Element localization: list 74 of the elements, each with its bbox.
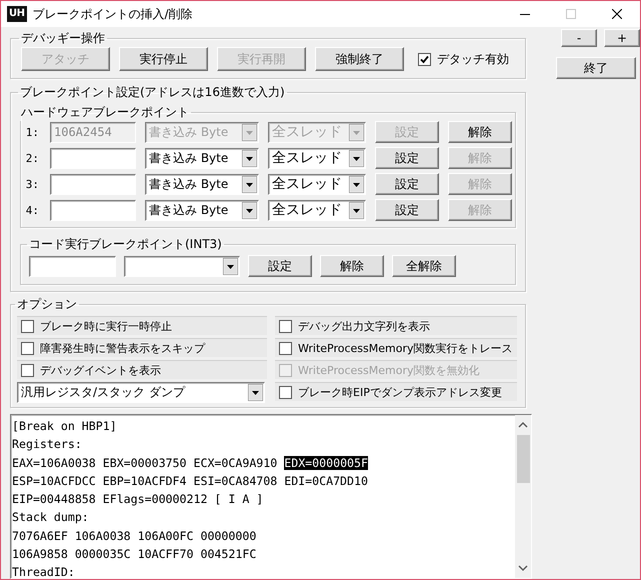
dropdown-arrow-icon xyxy=(242,176,257,192)
log-text: 106A9858 0000035C 10ACFF70 004521FC xyxy=(12,547,256,562)
scrollbar[interactable] xyxy=(515,415,531,578)
log-text: Stack dump: xyxy=(12,510,89,524)
breakpoint-dropdown[interactable] xyxy=(124,256,240,276)
checkbox-label: デバッグ出力文字列を表示 xyxy=(298,318,430,334)
group-title: ハードウェアブレークポイント xyxy=(20,104,190,121)
dropdown-arrow-icon xyxy=(242,150,257,166)
set-button[interactable]: 設定 xyxy=(375,147,439,169)
access-dropdown[interactable]: 書き込み Byte xyxy=(145,200,259,220)
dropdown-arrow-icon xyxy=(242,202,257,218)
checkbox[interactable] xyxy=(21,364,34,376)
checkbox[interactable] xyxy=(21,320,34,332)
scroll-down-icon[interactable] xyxy=(518,564,528,572)
access-dropdown[interactable]: 書き込み Byte xyxy=(145,148,259,168)
checkbox[interactable] xyxy=(279,386,292,398)
log-text: [Break on HBP1] xyxy=(12,419,117,433)
dropdown-arrow-icon xyxy=(242,124,257,140)
checkbox-label: 障害発生時に警告表示をスキップ xyxy=(40,340,205,356)
set-button[interactable]: 設定 xyxy=(375,173,439,195)
dropdown-arrow-icon xyxy=(349,176,364,192)
dropdown-arrow-icon xyxy=(349,124,364,140)
log-text: EIP=00448858 EFlags=00000212 [ I A ] xyxy=(12,492,264,506)
address-field[interactable] xyxy=(50,148,136,168)
row-number: 1: xyxy=(24,126,39,138)
log-text: ESP=10ACFDCC EBP=10ACFDF4 ESI=0CA84708 EDI=0CA7DD10 xyxy=(12,474,368,488)
row-number: 4: xyxy=(24,204,39,216)
checkbox[interactable] xyxy=(279,320,292,332)
checkbox-label: WriteProcessMemory関数を無効化 xyxy=(298,362,480,378)
window-title: ブレークポイントの挿入/削除 xyxy=(32,6,194,22)
set-button[interactable]: 設定 xyxy=(375,199,439,221)
log-text: Registers: xyxy=(12,437,82,452)
thread-dropdown[interactable]: 全スレッド xyxy=(268,174,366,194)
address-field[interactable] xyxy=(50,200,136,220)
row-number: 3: xyxy=(24,178,39,190)
group-title: オプション xyxy=(16,296,78,313)
checkbox-label: デバッグイベントを表示 xyxy=(40,362,161,378)
checkbox[interactable] xyxy=(21,342,34,354)
action-button[interactable]: 設定 xyxy=(248,255,312,277)
app-logo: UH xyxy=(7,6,26,22)
dropdown-arrow-icon xyxy=(349,202,364,218)
group-title: コード実行ブレークポイント(INT3) xyxy=(28,236,223,253)
access-dropdown[interactable]: 書き込み Byte xyxy=(145,174,259,194)
dropdown-arrow-icon xyxy=(349,150,364,166)
action-button[interactable]: 強制終了 xyxy=(315,47,404,71)
dropdown-arrow-icon xyxy=(223,258,238,274)
checkbox-label: デタッチ有効 xyxy=(437,50,509,68)
address-field[interactable] xyxy=(29,256,116,276)
thread-dropdown[interactable]: 全スレッド xyxy=(268,148,366,168)
log-text: 7076A6EF 106A0038 106A00FC 00000000 xyxy=(12,528,256,543)
checkbox-label: ブレーク時に実行一時停止 xyxy=(40,318,172,334)
action-button[interactable]: 全解除 xyxy=(392,255,456,277)
exit-button[interactable]: 終了 xyxy=(556,57,636,79)
row-number: 2: xyxy=(24,152,39,164)
checkbox-label: ブレーク時EIPでダンプ表示アドレス変更 xyxy=(298,384,502,400)
side-button[interactable]: - xyxy=(561,29,597,47)
scroll-up-icon[interactable] xyxy=(518,421,528,429)
action-button[interactable]: 解除 xyxy=(320,255,384,277)
action-button[interactable]: 実行停止 xyxy=(119,47,208,71)
group-title: デバッギー操作 xyxy=(20,30,106,47)
close-icon[interactable] xyxy=(612,9,622,19)
dump-mode-dropdown[interactable]: 汎用レジスタ/スタック ダンプ xyxy=(17,382,265,403)
side-button[interactable]: + xyxy=(604,29,640,47)
log-text: ThreadID: xyxy=(12,565,75,578)
checkbox[interactable] xyxy=(418,52,431,66)
selected-text: EDX=0000005F xyxy=(284,456,368,470)
log-text: EAX=106A0038 EBX=00003750 ECX=0CA9A910 xyxy=(12,456,278,470)
checkbox[interactable] xyxy=(279,342,292,354)
group-title: ブレークポイント設定(アドレスは16進数で入力) xyxy=(19,84,286,101)
scroll-thumb[interactable] xyxy=(516,435,530,483)
checkbox-label: WriteProcessMemory関数実行をトレース xyxy=(298,340,513,356)
dropdown-arrow-icon xyxy=(248,384,263,401)
thread-dropdown[interactable]: 全スレッド xyxy=(268,200,366,220)
address-field[interactable] xyxy=(50,174,136,194)
